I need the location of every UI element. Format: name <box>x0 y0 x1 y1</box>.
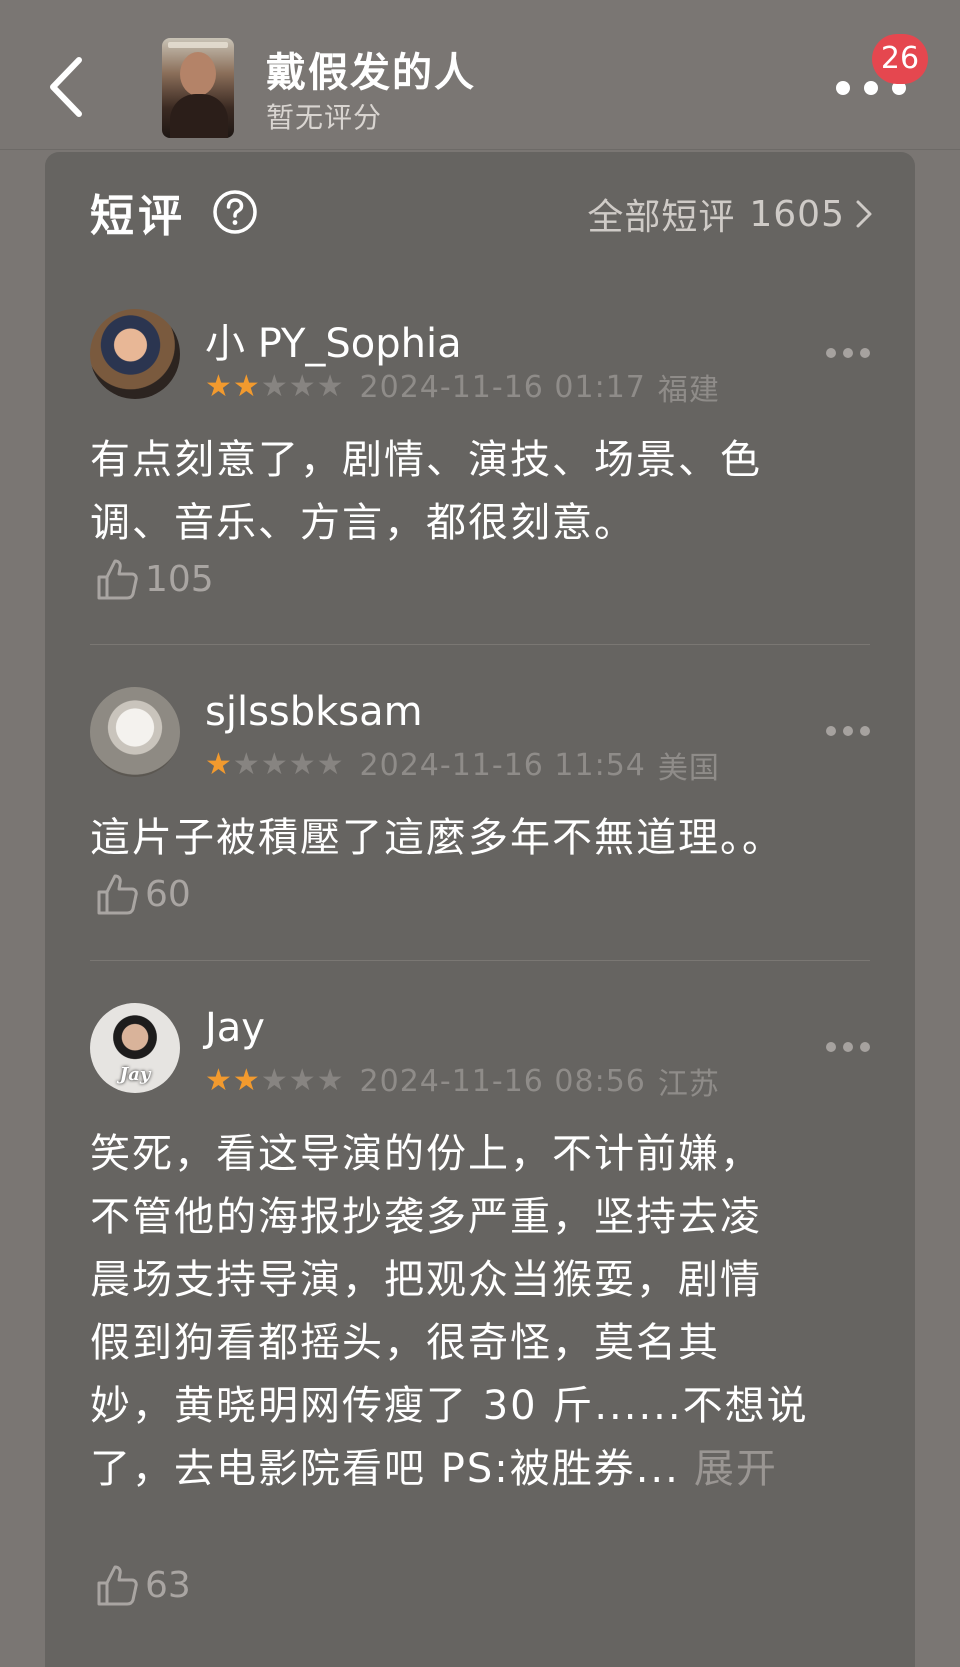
review-text-line: 调、音乐、方言，都很刻意。 <box>90 500 636 546</box>
back-button[interactable] <box>40 52 90 122</box>
avatar[interactable]: Jay <box>90 1003 180 1093</box>
review-datetime: 2024-11-16 11:54 <box>359 747 646 783</box>
review-meta: ★ ★ ★ ★ ★ 2024-11-16 11:54 美国 <box>205 743 720 787</box>
avatar[interactable] <box>90 687 180 777</box>
star-icon: ★ <box>316 747 344 782</box>
dot <box>843 726 853 736</box>
review-item: 小 PY_Sophia ★ ★ ★ ★ ★ 2024-11-16 01:17 福建 有点… <box>90 309 870 609</box>
star-icon: ★ <box>232 1063 260 1098</box>
review-text-line: 有点刻意了，剧情、演技、场景、色 <box>90 437 762 483</box>
avatar-label: Jay <box>119 1064 151 1085</box>
divider <box>90 644 870 645</box>
like-button[interactable]: 105 <box>95 557 214 601</box>
review-text-line-last: 了，去电影院看吧 PS:被胜券... 展开 <box>90 1438 830 1501</box>
star-icon: ★ <box>288 1063 316 1098</box>
dot <box>826 348 836 358</box>
review-more-button[interactable] <box>826 1041 870 1053</box>
review-location: 福建 <box>657 373 720 408</box>
review-more-button[interactable] <box>826 725 870 737</box>
review-text: 笑死，看这导演的份上，不计前嫌， 不管他的海报抄袭多严重，坚持去凌 晨场支持导演… <box>90 1123 830 1501</box>
movie-title: 戴假发的人 <box>266 50 476 96</box>
like-count: 105 <box>145 558 214 600</box>
review-location: 江苏 <box>657 1067 720 1102</box>
chevron-left-icon <box>50 57 82 117</box>
review-text: 這片子被積壓了這麼多年不無道理。。 <box>90 807 830 870</box>
dot <box>826 1042 836 1052</box>
help-icon[interactable] <box>212 189 258 235</box>
review-datetime: 2024-11-16 01:17 <box>359 369 646 405</box>
like-button[interactable]: 60 <box>95 872 191 916</box>
star-rating: ★ ★ ★ ★ ★ <box>205 749 344 781</box>
movie-poster[interactable] <box>162 38 234 138</box>
star-icon: ★ <box>205 1063 232 1098</box>
review-username[interactable]: 小 PY_Sophia <box>205 311 462 369</box>
avatar[interactable] <box>90 309 180 399</box>
review-text-line: 晨场支持导演，把观众当猴耍，剧情 <box>90 1257 762 1303</box>
top-bar: 戴假发的人 暂无评分 26 <box>0 0 960 150</box>
review-text-line: 笑死，看这导演的份上，不计前嫌， <box>90 1131 762 1177</box>
short-reviews-card: 短评 全部短评 1605 小 PY_Sophia ★ ★ ★ ★ ★ 2024-11-1… <box>45 152 915 1667</box>
star-icon: ★ <box>260 369 288 404</box>
dot <box>843 348 853 358</box>
dot <box>860 726 870 736</box>
review-text-line: 這片子被積壓了這麼多年不無道理。。 <box>90 815 784 861</box>
review-username[interactable]: sjlssbksam <box>205 689 423 735</box>
expand-link[interactable]: 展开 <box>694 1446 778 1492</box>
review-location: 美国 <box>657 751 720 786</box>
star-icon: ★ <box>205 747 232 782</box>
review-text-line: 妙，黄晓明网传瘦了 30 斤......不想说 <box>90 1383 809 1429</box>
star-rating: ★ ★ ★ ★ ★ <box>205 1065 344 1097</box>
dot <box>864 81 878 95</box>
all-reviews-link[interactable]: 全部短评 1605 <box>587 188 873 240</box>
like-count: 63 <box>145 1564 191 1606</box>
like-button[interactable]: 63 <box>95 1563 191 1607</box>
chevron-right-icon <box>856 200 872 228</box>
star-icon: ★ <box>232 369 260 404</box>
star-icon: ★ <box>316 369 344 404</box>
review-text-line: 假到狗看都摇头，很奇怪，莫名其 <box>90 1320 720 1366</box>
star-icon: ★ <box>288 369 316 404</box>
review-text-line: 了，去电影院看吧 PS:被胜券... <box>90 1446 680 1492</box>
review-item: sjlssbksam ★ ★ ★ ★ ★ 2024-11-16 11:54 美国 這片子… <box>90 687 870 927</box>
star-icon: ★ <box>260 1063 288 1098</box>
star-icon: ★ <box>316 1063 344 1098</box>
all-reviews-count: 1605 <box>749 193 845 235</box>
review-meta: ★ ★ ★ ★ ★ 2024-11-16 08:56 江苏 <box>205 1059 720 1103</box>
star-rating: ★ ★ ★ ★ ★ <box>205 371 344 403</box>
like-count: 60 <box>145 873 191 915</box>
divider <box>90 960 870 961</box>
review-datetime: 2024-11-16 08:56 <box>359 1063 646 1099</box>
review-more-button[interactable] <box>826 347 870 359</box>
notification-badge: 26 <box>872 34 928 84</box>
dot <box>860 1042 870 1052</box>
dot <box>836 81 850 95</box>
review-item: Jay Jay ★ ★ ★ ★ ★ 2024-11-16 08:56 江苏 笑死，看这导… <box>90 1003 870 1643</box>
all-reviews-label: 全部短评 <box>587 197 736 238</box>
review-username[interactable]: Jay <box>205 1005 265 1051</box>
star-icon: ★ <box>205 369 232 404</box>
dot <box>826 726 836 736</box>
review-meta: ★ ★ ★ ★ ★ 2024-11-16 01:17 福建 <box>205 365 720 409</box>
thumbs-up-icon <box>97 1565 138 1606</box>
dot <box>860 348 870 358</box>
thumbs-up-icon <box>97 874 138 915</box>
dot <box>843 1042 853 1052</box>
thumbs-up-icon <box>97 559 138 600</box>
review-text-line: 不管他的海报抄袭多严重，坚持去凌 <box>90 1194 762 1240</box>
star-icon: ★ <box>260 747 288 782</box>
star-icon: ★ <box>232 747 260 782</box>
review-text: 有点刻意了，剧情、演技、场景、色 调、音乐、方言，都很刻意。 <box>90 429 830 555</box>
movie-rating: 暂无评分 <box>266 101 383 134</box>
star-icon: ★ <box>288 747 316 782</box>
section-title: 短评 <box>90 191 186 242</box>
